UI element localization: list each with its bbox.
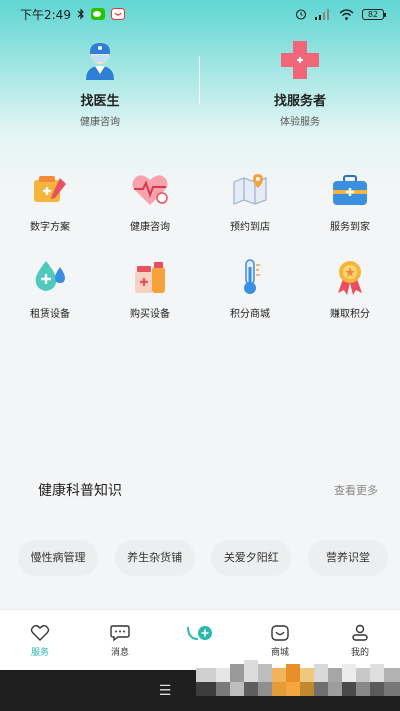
medical-cross-icon [278,38,322,82]
grid-item-label: 赚取积分 [330,309,370,320]
grid-item-points-mall[interactable]: 积分商城 [200,257,300,320]
nav-label: 商城 [270,648,289,658]
smile-bag-icon [270,624,290,642]
heart-consult-icon [130,170,170,210]
grid-item-label: 预约到店 [230,222,270,233]
grid-item-digital-plan[interactable]: 数字方案 [0,170,100,233]
grid-item-buy-device[interactable]: 购买设备 [100,257,200,320]
find-doctor-title: 找医生 [80,94,120,109]
heart-outline-icon [30,624,50,642]
status-time: 下午2:49 [20,7,71,22]
grid-item-label: 数字方案 [30,222,70,233]
map-pin-icon [230,170,270,210]
chat-bubble-icon [110,624,130,642]
bluetooth-icon [77,8,84,20]
tag-elder-care[interactable]: 关爱夕阳红 [211,540,292,576]
nav-item-messages[interactable]: 消息 [80,610,160,670]
status-bar: 下午2:49 82 [0,0,400,28]
thermometer-icon [230,257,270,297]
grid-item-label: 租赁设备 [30,309,70,320]
digital-plan-icon [30,170,70,210]
nav-label: 消息 [110,648,129,658]
nav-label: 服务 [30,648,49,658]
doctor-icon [78,38,122,82]
tag-nutrition[interactable]: 营养识堂 [307,540,388,576]
grid-item-rent-device[interactable]: 租赁设备 [0,257,100,320]
grid-item-label: 健康咨询 [130,222,170,233]
water-drop-icon [30,257,70,297]
tag-chronic-disease[interactable]: 慢性病管理 [18,540,98,576]
battery-indicator: 82 [362,8,386,20]
grid-item-appointment[interactable]: 预约到店 [200,170,300,233]
app-notify-icon [110,8,125,20]
find-doctor-subtitle: 健康咨询 [80,117,120,128]
wechat-icon [90,8,105,20]
grid-item-home-service[interactable]: 服务到家 [300,170,400,233]
medical-kit-icon [330,170,370,210]
award-ribbon-icon [330,257,370,297]
user-icon [350,624,370,642]
signal-icon [315,8,329,20]
find-doctor-card[interactable]: 找医生 健康咨询 [0,38,200,128]
find-provider-title: 找服务者 [273,94,326,109]
find-provider-card[interactable]: 找服务者 体验服务 [200,38,400,128]
grid-item-earn-points[interactable]: 赚取积分 [300,257,400,320]
grid-item-label: 购买设备 [130,309,170,320]
service-grid: 数字方案 健康咨询 预约到店 服务到家 租赁设备 购买设备 积分商城 赚取积分 [0,170,400,320]
knowledge-title: 健康科普知识 [38,483,122,499]
top-cards-divider [199,56,200,104]
knowledge-section-header: 健康科普知识 查看更多 [38,480,378,500]
view-more-link[interactable]: 查看更多 [334,482,378,498]
menu-icon[interactable]: ☰ [159,683,172,699]
grid-item-health-consult[interactable]: 健康咨询 [100,170,200,233]
nav-label: 我的 [350,648,369,658]
grid-item-label: 积分商城 [230,309,270,320]
knowledge-tags: 慢性病管理 养生杂货铺 关爱夕阳红 营养识堂 [18,540,388,576]
center-add-icon [186,624,214,642]
wifi-icon [339,8,354,20]
grid-item-label: 服务到家 [330,222,370,233]
pixelated-overlay [196,660,400,696]
find-provider-subtitle: 体验服务 [280,117,320,128]
tag-wellness-store[interactable]: 养生杂货铺 [114,540,195,576]
medicine-bottle-icon [130,257,170,297]
top-feature-cards: 找医生 健康咨询 找服务者 体验服务 [0,38,400,128]
nav-item-service[interactable]: 服务 [0,610,80,670]
alarm-icon [295,9,307,20]
